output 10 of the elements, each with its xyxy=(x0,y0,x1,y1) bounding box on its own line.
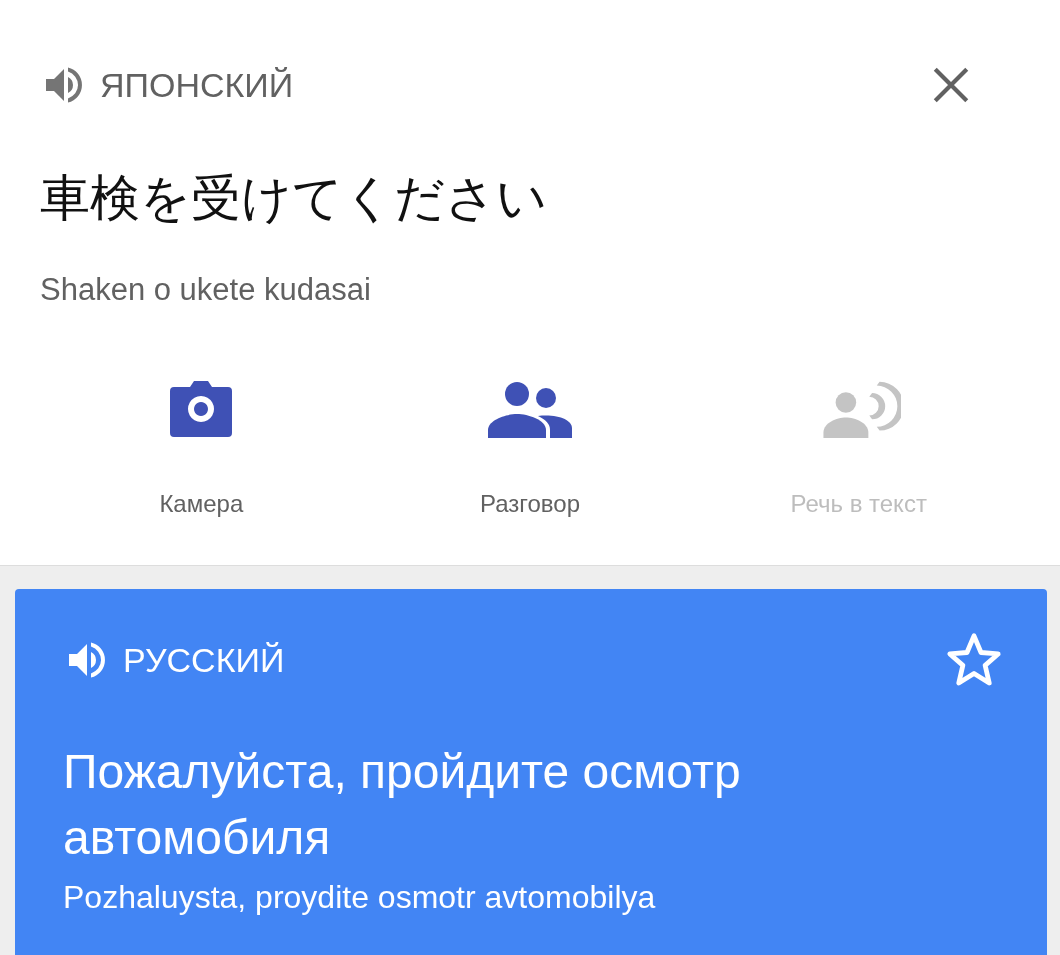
camera-icon xyxy=(170,380,233,438)
translation-transliteration: Pozhaluysta, proydite osmotr avtomobilya xyxy=(63,879,657,916)
source-language: ЯПОНСКИЙ xyxy=(100,65,295,105)
target-language: РУССКИЙ xyxy=(123,640,286,680)
mode-button[interactable]: Камера xyxy=(37,380,366,518)
source-text: 車検を受けてください xyxy=(40,168,548,229)
mode-button[interactable]: Разговор xyxy=(365,380,695,518)
people-icon xyxy=(488,380,572,438)
source-transliteration: Shaken o ukete kudasai xyxy=(40,272,372,308)
translation-text: Пожалуйста, пройдите осмотр автомобиля xyxy=(63,744,742,866)
